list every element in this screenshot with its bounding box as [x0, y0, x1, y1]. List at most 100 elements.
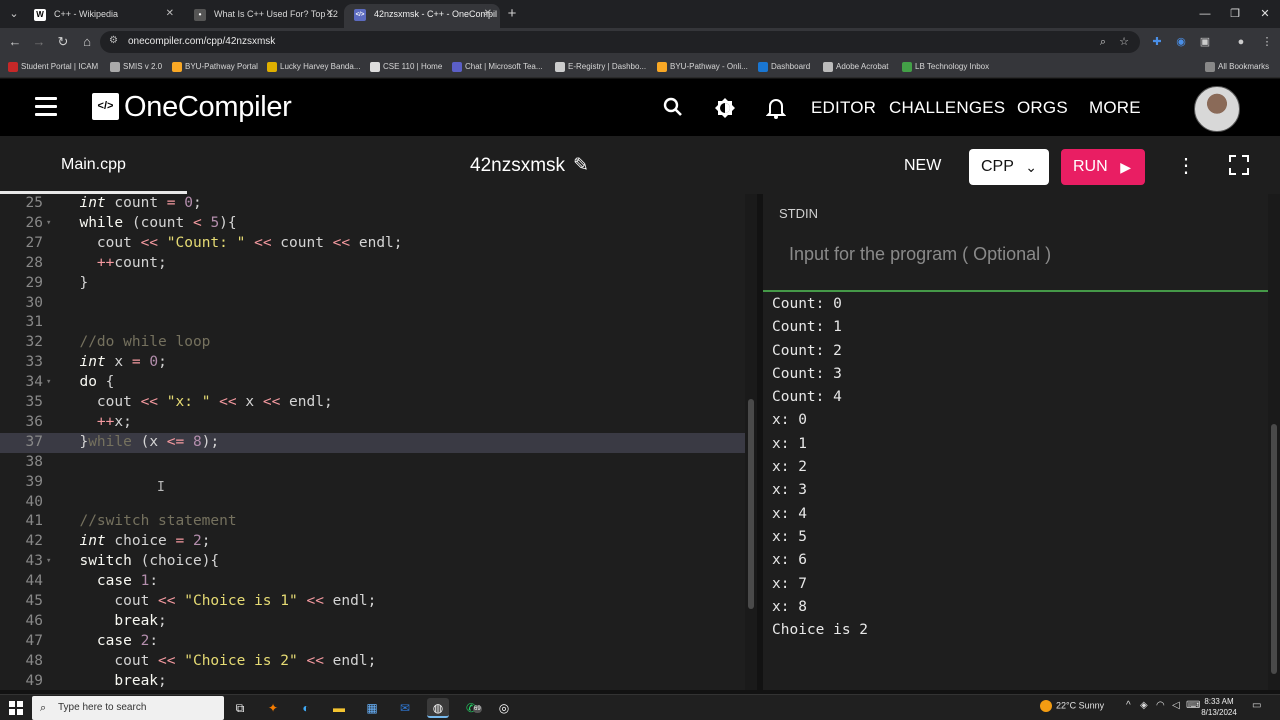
code-line[interactable]: 49 break; — [0, 672, 745, 690]
forward-icon[interactable]: → — [30, 33, 48, 51]
tray-chevron-icon[interactable]: ^ — [1126, 700, 1131, 711]
edge-icon[interactable]: ◐ — [295, 698, 317, 718]
bookmark-item[interactable]: BYU-Pathway Portal — [172, 60, 258, 74]
bookmark-item[interactable]: Student Portal | ICAM — [8, 60, 98, 74]
code-line[interactable]: 47 case 2: — [0, 632, 745, 652]
extension-icon[interactable]: ✚ — [1148, 33, 1166, 51]
file-explorer-icon[interactable]: ▬ — [328, 698, 350, 718]
nav-more[interactable]: MORE — [1089, 98, 1141, 118]
code-line[interactable]: 29 } — [0, 274, 745, 294]
copilot-icon[interactable]: ✦ — [262, 698, 284, 718]
zoom-icon[interactable]: ⌕ — [1094, 33, 1112, 51]
close-window-icon[interactable]: ✕ — [1250, 4, 1280, 24]
fold-arrow-icon[interactable]: ▾ — [46, 214, 51, 234]
close-tab-icon[interactable]: ✕ — [326, 4, 334, 24]
mail-icon[interactable]: ✉ — [394, 698, 416, 718]
store-icon[interactable]: ▦ — [361, 698, 383, 718]
site-info-icon[interactable]: ⚙ — [109, 35, 118, 46]
fold-arrow-icon[interactable]: ▾ — [46, 552, 51, 572]
code-line[interactable]: 45 cout << "Choice is 1" << endl; — [0, 592, 745, 612]
run-button[interactable]: RUN ▶ — [1061, 149, 1145, 185]
bookmark-item[interactable]: SMIS v 2.0 — [110, 60, 162, 74]
code-line[interactable]: 48 cout << "Choice is 2" << endl; — [0, 652, 745, 672]
volume-icon[interactable]: ◁ — [1172, 700, 1180, 711]
browser-menu-icon[interactable]: ⋮ — [1258, 33, 1276, 51]
notification-bell-icon[interactable] — [765, 97, 787, 119]
bookmark-item[interactable]: Dashboard — [758, 60, 810, 74]
search-icon[interactable] — [662, 97, 684, 119]
logo-mark-icon[interactable]: </> — [92, 93, 119, 120]
code-line[interactable]: 28 ++count; — [0, 254, 745, 274]
restore-icon[interactable]: ❐ — [1220, 4, 1250, 24]
whatsapp-icon[interactable]: ✆ 69 — [460, 698, 482, 718]
language-select[interactable]: CPP ⌄ — [969, 149, 1049, 185]
chrome-icon[interactable]: ◍ — [427, 698, 449, 718]
task-view-icon[interactable]: ⧉ — [229, 698, 251, 718]
stdin-input[interactable]: Input for the program ( Optional ) — [789, 244, 1051, 265]
code-line[interactable]: 27 cout << "Count: " << count << endl; — [0, 234, 745, 254]
profile-icon[interactable]: ● — [1232, 33, 1250, 51]
browser-tab[interactable]: W C++ - Wikipedia ✕ — [24, 4, 182, 28]
bookmark-item[interactable]: CSE 110 | Home — [370, 60, 442, 74]
nav-challenges[interactable]: CHALLENGES — [889, 98, 1005, 118]
weather-widget[interactable]: 22°C Sunny — [1040, 700, 1104, 712]
code-line[interactable]: 26 ▾ while (count < 5){ — [0, 214, 745, 234]
extension-icon[interactable]: ◉ — [1172, 33, 1190, 51]
browser-tab-active[interactable]: </> 42nzsxmsk - C++ - OneCompil ✕ — [344, 4, 500, 28]
all-bookmarks-button[interactable]: All Bookmarks — [1205, 60, 1269, 74]
code-line[interactable]: 25 int count = 0; — [0, 194, 745, 214]
hamburger-menu-icon[interactable] — [35, 97, 59, 117]
taskbar-search-input[interactable]: ⌕ Type here to search — [32, 696, 224, 720]
bookmark-star-icon[interactable]: ☆ — [1115, 33, 1133, 51]
new-tab-button[interactable]: + — [502, 4, 522, 24]
edit-pencil-icon[interactable]: ✎ — [573, 154, 589, 177]
fold-arrow-icon[interactable]: ▾ — [46, 373, 51, 393]
clock[interactable]: 8:33 AM 8/13/2024 — [1196, 696, 1242, 718]
code-line[interactable]: 42 int choice = 2; — [0, 532, 745, 552]
code-line[interactable]: 44 case 1: — [0, 572, 745, 592]
avatar[interactable] — [1194, 86, 1240, 132]
code-line[interactable]: 40 — [0, 493, 745, 513]
code-line[interactable]: 37 }while (x <= 8); — [0, 432, 745, 453]
bookmark-item[interactable]: Chat | Microsoft Tea... — [452, 60, 543, 74]
scrollbar-thumb[interactable] — [1271, 424, 1277, 674]
tray-app-icon[interactable]: ◈ — [1140, 700, 1148, 711]
nav-orgs[interactable]: ORGS — [1017, 98, 1068, 118]
bookmark-item[interactable]: Lucky Harvey Banda... — [267, 60, 360, 74]
tab-main-cpp[interactable]: Main.cpp — [61, 156, 126, 174]
code-line[interactable]: 31 — [0, 313, 745, 333]
code-line[interactable]: 41 //switch statement — [0, 512, 745, 532]
code-line[interactable]: 43 ▾ switch (choice){ — [0, 552, 745, 572]
code-line[interactable]: 34 ▾ do { — [0, 373, 745, 393]
site-logo[interactable]: OneCompiler — [124, 91, 292, 124]
code-line[interactable]: 38 — [0, 453, 745, 473]
network-icon[interactable]: ◠ — [1156, 700, 1165, 711]
code-line[interactable]: 33 int x = 0; — [0, 353, 745, 373]
home-icon[interactable]: ⌂ — [78, 33, 96, 51]
browser-tab[interactable]: • What Is C++ Used For? Top 12 ✕ — [184, 4, 342, 28]
app-icon[interactable]: ◎ — [493, 698, 515, 718]
editor-scrollbar[interactable] — [745, 194, 757, 690]
code-line[interactable]: 36 ++x; — [0, 413, 745, 433]
output-scrollbar[interactable] — [1268, 194, 1280, 690]
code-line[interactable]: 30 — [0, 294, 745, 314]
bookmark-item[interactable]: E-Registry | Dashbo... — [555, 60, 646, 74]
code-line[interactable]: 35 cout << "x: " << x << endl; — [0, 393, 745, 413]
bookmark-item[interactable]: Adobe Acrobat — [823, 60, 888, 74]
back-icon[interactable]: ← — [6, 33, 24, 51]
notifications-icon[interactable]: ▭ — [1252, 700, 1261, 711]
code-line[interactable]: 46 break; — [0, 612, 745, 632]
url-input[interactable]: ⚙ onecompiler.com/cpp/42nzsxmsk — [100, 31, 1140, 53]
tab-search-icon[interactable]: ⌄ — [4, 4, 24, 24]
close-tab-icon[interactable]: ✕ — [484, 4, 492, 24]
close-tab-icon[interactable]: ✕ — [166, 4, 174, 24]
reload-icon[interactable]: ↻ — [54, 33, 72, 51]
nav-editor[interactable]: EDITOR — [811, 98, 876, 118]
code-editor[interactable]: 25 int count = 0; 26 ▾ while (count < 5){2… — [0, 194, 757, 690]
code-line[interactable]: 39 — [0, 473, 745, 493]
bookmark-item[interactable]: BYU-Pathway - Onli... — [657, 60, 748, 74]
fullscreen-icon[interactable] — [1229, 155, 1249, 175]
bookmark-item[interactable]: LB Technology Inbox — [902, 60, 989, 74]
more-options-icon[interactable]: ⋮ — [1176, 153, 1196, 178]
scrollbar-thumb[interactable] — [748, 399, 754, 609]
